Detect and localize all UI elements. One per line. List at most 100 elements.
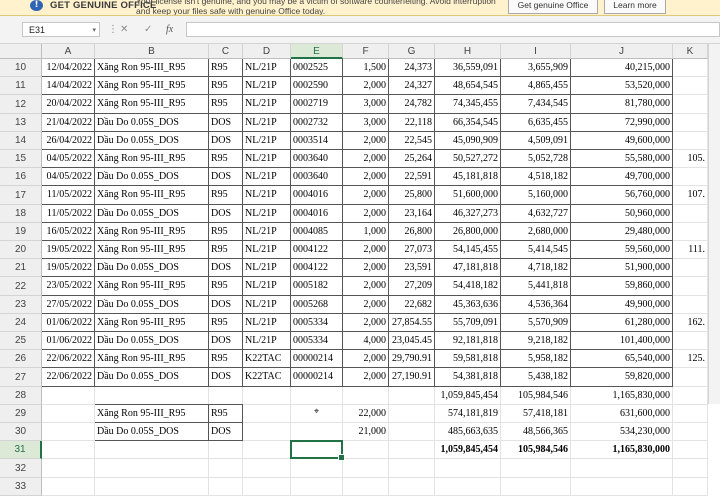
cell-b18[interactable]: Dầu Do 0.05S_DOS (95, 205, 209, 223)
cell-k18[interactable] (673, 205, 708, 223)
cell-c19[interactable]: R95 (209, 223, 243, 241)
cell-c31[interactable] (209, 441, 243, 459)
cell-f23[interactable]: 2,000 (343, 296, 389, 314)
chevron-down-icon[interactable]: ▾ (92, 23, 96, 38)
row-header-11[interactable]: 11 (0, 77, 42, 95)
cell-f11[interactable]: 2,000 (343, 77, 389, 95)
cell-a11[interactable]: 14/04/2022 (42, 77, 95, 95)
cell-a24[interactable]: 01/06/2022 (42, 314, 95, 332)
cell-e15[interactable]: 0003640 (291, 150, 343, 168)
cell-b21[interactable]: Dầu Do 0.05S_DOS (95, 259, 209, 277)
cell-a18[interactable]: 11/05/2022 (42, 205, 95, 223)
cell-i16[interactable]: 4,518,182 (501, 168, 571, 186)
cell-b32[interactable] (95, 459, 209, 478)
cell-g25[interactable]: 23,045.45 (389, 332, 435, 350)
cell-c25[interactable]: DOS (209, 332, 243, 350)
cell-c16[interactable]: DOS (209, 168, 243, 186)
row-header-13[interactable]: 13 (0, 114, 42, 132)
cell-b14[interactable]: Dầu Do 0.05S_DOS (95, 132, 209, 150)
cell-h25[interactable]: 92,181,818 (435, 332, 501, 350)
row-header-12[interactable]: 12 (0, 95, 42, 114)
cell-a14[interactable]: 26/04/2022 (42, 132, 95, 150)
cell-e13[interactable]: 0002732 (291, 114, 343, 132)
cell-i13[interactable]: 6,635,455 (501, 114, 571, 132)
cell-k28[interactable] (673, 387, 708, 405)
cell-b12[interactable]: Xăng Ron 95-III_R95 (95, 95, 209, 114)
cell-a15[interactable]: 04/05/2022 (42, 150, 95, 168)
cell-b13[interactable]: Dầu Do 0.05S_DOS (95, 114, 209, 132)
cell-b11[interactable]: Xăng Ron 95-III_R95 (95, 77, 209, 95)
cell-g19[interactable]: 26,800 (389, 223, 435, 241)
column-header-h[interactable]: H (435, 44, 501, 59)
cell-g11[interactable]: 24,327 (389, 77, 435, 95)
cell-h27[interactable]: 54,381,818 (435, 368, 501, 387)
cell-f16[interactable]: 2,000 (343, 168, 389, 186)
cell-a25[interactable]: 01/06/2022 (42, 332, 95, 350)
cell-j26[interactable]: 65,540,000 (571, 350, 673, 368)
cell-h17[interactable]: 51,600,000 (435, 186, 501, 205)
cell-k27[interactable] (673, 368, 708, 387)
cell-f22[interactable]: 2,000 (343, 277, 389, 296)
cell-c26[interactable]: R95 (209, 350, 243, 368)
cell-g31[interactable] (389, 441, 435, 459)
cell-g18[interactable]: 23,164 (389, 205, 435, 223)
cell-j11[interactable]: 53,520,000 (571, 77, 673, 95)
cell-d31[interactable] (243, 441, 291, 459)
cell-e26[interactable]: 00000214 (291, 350, 343, 368)
cell-h15[interactable]: 50,527,272 (435, 150, 501, 168)
cell-g27[interactable]: 27,190.91 (389, 368, 435, 387)
cell-h19[interactable]: 26,800,000 (435, 223, 501, 241)
cell-k22[interactable] (673, 277, 708, 296)
cell-j29[interactable]: 631,600,000 (571, 405, 673, 423)
cell-d20[interactable]: NL/21P (243, 241, 291, 259)
cell-a31[interactable] (42, 441, 95, 459)
cell-i10[interactable]: 3,655,909 (501, 59, 571, 77)
cell-b10[interactable]: Xăng Ron 95-III_R95 (95, 59, 209, 77)
cell-i12[interactable]: 7,434,545 (501, 95, 571, 114)
cell-b27[interactable]: Dầu Do 0.05S_DOS (95, 368, 209, 387)
row-header-19[interactable]: 19 (0, 223, 42, 241)
cell-j10[interactable]: 40,215,000 (571, 59, 673, 77)
cell-f10[interactable]: 1,500 (343, 59, 389, 77)
cell-j25[interactable]: 101,400,000 (571, 332, 673, 350)
cell-g29[interactable] (389, 405, 435, 423)
cell-k32[interactable] (673, 459, 708, 478)
cell-d13[interactable]: NL/21P (243, 114, 291, 132)
cell-e11[interactable]: 0002590 (291, 77, 343, 95)
cell-j16[interactable]: 49,700,000 (571, 168, 673, 186)
cell-c24[interactable]: R95 (209, 314, 243, 332)
cell-k20[interactable]: 111. (673, 241, 708, 259)
cell-c23[interactable]: DOS (209, 296, 243, 314)
cell-d33[interactable] (243, 478, 291, 496)
row-header-20[interactable]: 20 (0, 241, 42, 259)
cell-h28[interactable]: 1,059,845,454 (435, 387, 501, 405)
cell-a19[interactable]: 16/05/2022 (42, 223, 95, 241)
cell-b15[interactable]: Xăng Ron 95-III_R95 (95, 150, 209, 168)
cell-b16[interactable]: Dầu Do 0.05S_DOS (95, 168, 209, 186)
cell-a30[interactable] (42, 423, 95, 441)
cell-h13[interactable]: 66,354,545 (435, 114, 501, 132)
cell-g20[interactable]: 27,073 (389, 241, 435, 259)
cell-f18[interactable]: 2,000 (343, 205, 389, 223)
row-header-30[interactable]: 30 (0, 423, 42, 441)
cell-a27[interactable]: 22/06/2022 (42, 368, 95, 387)
cell-e27[interactable]: 00000214 (291, 368, 343, 387)
row-header-10[interactable]: 10 (0, 59, 42, 77)
cell-d11[interactable]: NL/21P (243, 77, 291, 95)
cell-k14[interactable] (673, 132, 708, 150)
insert-function-icon[interactable]: fx (166, 24, 173, 35)
cell-f30[interactable]: 21,000 (343, 423, 389, 441)
column-header-e[interactable]: E (291, 44, 343, 59)
cell-d14[interactable]: NL/21P (243, 132, 291, 150)
cell-f14[interactable]: 2,000 (343, 132, 389, 150)
cell-i22[interactable]: 5,441,818 (501, 277, 571, 296)
cell-i28[interactable]: 105,984,546 (501, 387, 571, 405)
cell-c33[interactable] (209, 478, 243, 496)
cell-h24[interactable]: 55,709,091 (435, 314, 501, 332)
cell-b33[interactable] (95, 478, 209, 496)
cell-g24[interactable]: 27,854.55 (389, 314, 435, 332)
row-header-17[interactable]: 17 (0, 186, 42, 205)
cell-e10[interactable]: 0002525 (291, 59, 343, 77)
cell-h33[interactable] (435, 478, 501, 496)
cell-k24[interactable]: 162. (673, 314, 708, 332)
